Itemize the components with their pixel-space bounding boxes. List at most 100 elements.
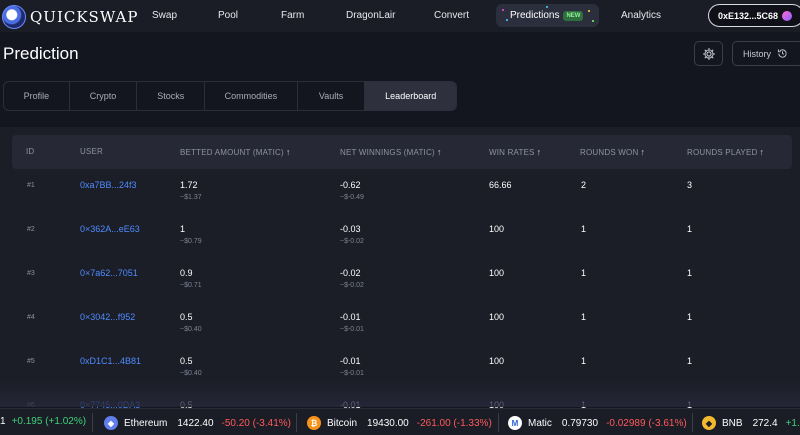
cell-user-address-value[interactable]: 0×7a62...7051: [80, 268, 138, 278]
ticker-item-bnb: ◆ BNB 272.4 +1.4: [702, 416, 800, 430]
history-icon: [777, 49, 787, 58]
top-nav: QUICKSWAP Swap Pool Farm DragonLair Conv…: [0, 0, 800, 32]
table-row: #2 0×362A...eE63 1 ~$0.79 -0.03 ~$-0.02 100 1 1: [0, 224, 800, 268]
column-header-win-rates[interactable]: WIN RATES ↑: [489, 147, 541, 157]
cell-user-address-value[interactable]: 0×3042...f952: [80, 312, 135, 322]
sparkle-dot: [588, 10, 590, 12]
history-button[interactable]: History: [732, 41, 800, 66]
cell-betted-amount: 0.5 ~$0.40: [180, 356, 202, 377]
gear-icon: [702, 47, 715, 60]
tab-stocks[interactable]: Stocks: [137, 82, 206, 110]
cell-user-address-value[interactable]: 0×362A...eE63: [80, 224, 140, 234]
wallet-button[interactable]: 0xE132...5C68: [708, 4, 800, 27]
sort-arrow-icon: ↑: [285, 147, 291, 157]
ticker-divider: [498, 413, 499, 432]
cell-betted-amount-usd: ~$0.40: [180, 326, 202, 333]
column-header-rounds-won[interactable]: ROUNDS WON ↑: [580, 147, 645, 157]
cell-user-address-value[interactable]: 0xa7BB...24f3: [80, 180, 137, 190]
nav-link-swap[interactable]: Swap: [152, 10, 177, 21]
cell-win-rate: 100: [489, 268, 504, 278]
ticker-price: 1422.40: [177, 417, 214, 429]
cell-betted-amount-value: 0.5: [180, 356, 193, 366]
price-ticker: 1 +0.195 (+1.02%) ◆ Ethereum 1422.40 -50…: [0, 408, 800, 435]
nav-link-farm[interactable]: Farm: [281, 10, 304, 21]
cell-id: #2: [27, 226, 35, 233]
sparkle-dot: [592, 20, 594, 22]
cell-rounds-played: 1: [687, 312, 692, 322]
bnb-icon: ◆: [702, 416, 716, 430]
cell-user-address[interactable]: 0×7a62...7051: [80, 268, 138, 278]
cell-rounds-won-value: 1: [581, 268, 587, 278]
cell-rounds-played-value: 1: [687, 312, 693, 322]
ticker-change: -50.20 (-3.41%): [221, 417, 291, 429]
cell-net-winnings: -0.03 ~$-0.02: [340, 224, 364, 245]
nav-link-dragonlair[interactable]: DragonLair: [346, 10, 395, 21]
cell-betted-amount: 1.72 ~$1.37: [180, 180, 202, 201]
cell-id-value: #2: [27, 226, 35, 233]
table-row: #1 0xa7BB...24f3 1.72 ~$1.37 -0.62 ~$-0.49 66.…: [0, 180, 800, 224]
column-header-user: USER: [80, 147, 104, 156]
cell-net-winnings-usd: ~$-0.01: [340, 326, 364, 333]
cell-rounds-won-value: 1: [581, 356, 587, 366]
cell-user-address[interactable]: 0xa7BB...24f3: [80, 180, 137, 190]
cell-betted-amount-value: 0.5: [180, 312, 193, 322]
bitcoin-icon: ₿: [307, 416, 321, 430]
cell-betted-amount-usd: ~$0.79: [180, 238, 202, 245]
column-header-betted-amount[interactable]: BETTED AMOUNT (MATIC) ↑: [180, 147, 291, 157]
cell-win-rate-value: 100: [489, 224, 505, 234]
brand-name: QUICKSWAP: [30, 8, 139, 26]
cell-id-value: #4: [27, 314, 35, 321]
tab-profile[interactable]: Profile: [4, 82, 70, 110]
ticker-divider: [296, 413, 297, 432]
cell-net-winnings-usd: ~$-0.49: [340, 194, 364, 201]
ticker-name: Ethereum: [124, 417, 168, 429]
brand-logo[interactable]: QUICKSWAP: [2, 5, 138, 29]
cell-rounds-played-value: 1: [687, 356, 693, 366]
ticker-divider: [692, 413, 693, 432]
cell-win-rate: 100: [489, 356, 504, 366]
cell-rounds-played: 1: [687, 356, 692, 366]
sort-arrow-icon: ↑: [759, 147, 765, 157]
ticker-price: 1: [0, 416, 6, 427]
ticker-name: Matic: [528, 417, 552, 429]
cell-id: #1: [27, 182, 35, 189]
nav-link-analytics[interactable]: Analytics: [621, 10, 661, 21]
ticker-divider: [92, 413, 93, 432]
cell-betted-amount: 0.5 ~$0.40: [180, 312, 202, 333]
cell-betted-amount-value: 1.72: [180, 180, 198, 190]
cell-net-winnings-value: -0.02: [340, 268, 361, 278]
matic-icon: M: [508, 416, 522, 430]
cell-rounds-won-value: 1: [581, 224, 587, 234]
tab-commodities[interactable]: Commodities: [205, 82, 298, 110]
nav-link-convert[interactable]: Convert: [434, 10, 469, 21]
cell-user-address[interactable]: 0×3042...f952: [80, 312, 135, 322]
sort-arrow-icon: ↑: [436, 147, 442, 157]
cell-rounds-played: 1: [687, 224, 692, 234]
nav-link-pool[interactable]: Pool: [218, 10, 238, 21]
cell-win-rate-value: 66.66: [489, 180, 512, 190]
tab-leaderboard[interactable]: Leaderboard: [365, 82, 456, 110]
table-scroll-fade: [0, 380, 800, 407]
settings-button[interactable]: [694, 41, 723, 66]
cell-user-address-value[interactable]: 0xD1C1...4B81: [80, 356, 141, 366]
cell-user-address[interactable]: 0×362A...eE63: [80, 224, 140, 234]
cell-net-winnings-usd: ~$-0.02: [340, 282, 364, 289]
cell-rounds-won-value: 1: [581, 312, 587, 322]
column-header-net-winnings[interactable]: NET WINNINGS (MATIC) ↑: [340, 147, 442, 157]
cell-rounds-won: 1: [581, 312, 586, 322]
wallet-address: 0xE132...5C68: [718, 10, 779, 21]
cell-betted-amount-value: 0.9: [180, 268, 193, 278]
cell-id-value: #5: [27, 358, 35, 365]
cell-user-address[interactable]: 0xD1C1...4B81: [80, 356, 141, 366]
cell-net-winnings: -0.01 ~$-0.01: [340, 356, 364, 377]
cell-rounds-played-value: 1: [687, 268, 693, 278]
nav-link-predictions[interactable]: Predictions NEW: [496, 4, 599, 27]
cell-id: #5: [27, 358, 35, 365]
ticker-name: BNB: [722, 417, 743, 429]
column-header-rounds-played[interactable]: ROUNDS PLAYED ↑: [687, 147, 764, 157]
tab-crypto[interactable]: Crypto: [70, 82, 138, 110]
ticker-item-matic: M Matic 0.79730 -0.02989 (-3.61%): [508, 416, 687, 430]
tab-vaults[interactable]: Vaults: [298, 82, 366, 110]
cell-id: #4: [27, 314, 35, 321]
cell-rounds-won: 1: [581, 268, 586, 278]
